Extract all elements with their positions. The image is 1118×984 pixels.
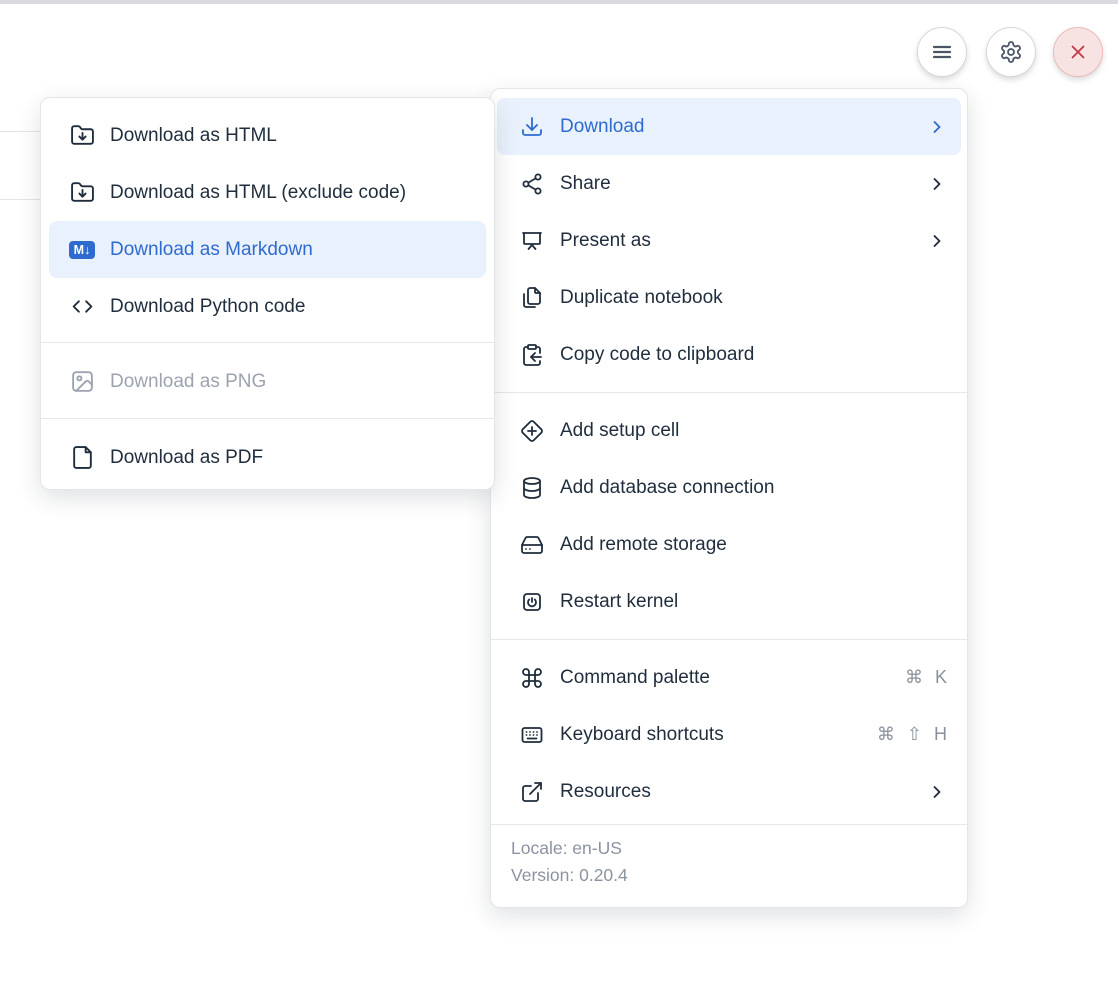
menu-item-label: Command palette: [560, 667, 890, 689]
menu-item-label: Add remote storage: [560, 534, 947, 556]
menu-item-label: Download as Markdown: [110, 239, 474, 261]
shortcut-hint: ⌘ K: [905, 667, 947, 688]
menu-item-label: Restart kernel: [560, 591, 947, 613]
menu-footer: Locale: en-US Version: 0.20.4: [491, 825, 967, 903]
version-text: Version: 0.20.4: [511, 862, 947, 889]
menu-item-label: Download as HTML (exclude code): [110, 182, 474, 204]
hamburger-icon: [930, 40, 954, 64]
clipboard-copy-icon: [519, 343, 545, 367]
gear-icon: [999, 40, 1023, 64]
menu-item-add-database-connection[interactable]: Add database connection: [491, 459, 967, 516]
menu-item-keyboard-shortcuts[interactable]: Keyboard shortcuts ⌘ ⇧ H: [491, 706, 967, 763]
menu-item-label: Download as PNG: [110, 371, 474, 393]
menu-item-label: Add setup cell: [560, 420, 947, 442]
chevron-right-icon: [927, 117, 947, 137]
share-icon: [519, 172, 545, 196]
menu-item-share[interactable]: Share: [491, 155, 967, 212]
chevron-right-icon: [927, 231, 947, 251]
settings-button[interactable]: [986, 27, 1036, 77]
chevron-right-icon: [927, 174, 947, 194]
menu-item-present-as[interactable]: Present as: [491, 212, 967, 269]
chevron-right-icon: [927, 782, 947, 802]
menu-item-resources[interactable]: Resources: [491, 763, 967, 820]
download-icon: [519, 115, 545, 139]
menu-item-label: Download: [560, 116, 912, 138]
image-icon: [69, 369, 95, 394]
diamond-plus-icon: [519, 419, 545, 443]
database-icon: [519, 476, 545, 500]
power-square-icon: [519, 590, 545, 614]
download-submenu: Download as HTML Download as HTML (exclu…: [40, 97, 495, 490]
submenu-item-download-python-code[interactable]: Download Python code: [41, 278, 494, 335]
submenu-item-download-html-exclude-code[interactable]: Download as HTML (exclude code): [41, 164, 494, 221]
menu-separator: [491, 392, 967, 393]
menu-item-label: Add database connection: [560, 477, 947, 499]
menu-item-label: Copy code to clipboard: [560, 344, 947, 366]
menu-item-label: Present as: [560, 230, 912, 252]
menu-item-label: Share: [560, 173, 912, 195]
menu-item-label: Download as HTML: [110, 125, 474, 147]
shortcut-hint: ⌘ ⇧ H: [877, 724, 947, 745]
close-app-button[interactable]: [1053, 27, 1103, 77]
locale-text: Locale: en-US: [511, 835, 947, 862]
notebook-menu: Download Share Present as Duplicate note…: [490, 88, 968, 908]
submenu-item-download-pdf[interactable]: Download as PDF: [41, 429, 494, 486]
menu-separator: [41, 418, 494, 419]
menu-item-command-palette[interactable]: Command palette ⌘ K: [491, 649, 967, 706]
folder-down-icon: [69, 123, 95, 148]
submenu-item-download-markdown[interactable]: M↓ Download as Markdown: [49, 221, 486, 278]
menu-item-label: Resources: [560, 781, 912, 803]
menu-item-label: Download Python code: [110, 296, 474, 318]
submenu-item-download-html[interactable]: Download as HTML: [41, 107, 494, 164]
markdown-icon: M↓: [69, 241, 95, 259]
menu-item-download[interactable]: Download: [497, 98, 961, 155]
menu-item-copy-code[interactable]: Copy code to clipboard: [491, 326, 967, 383]
close-icon: [1067, 41, 1089, 63]
folder-down-icon: [69, 180, 95, 205]
menu-separator: [41, 342, 494, 343]
menu-item-label: Keyboard shortcuts: [560, 724, 862, 746]
window-top-border: [0, 0, 1118, 4]
keyboard-icon: [519, 723, 545, 747]
page-background-rule: [0, 199, 40, 200]
code-icon: [69, 294, 95, 319]
page-background-rule: [0, 131, 40, 132]
menu-item-label: Download as PDF: [110, 447, 474, 469]
menu-item-add-remote-storage[interactable]: Add remote storage: [491, 516, 967, 573]
menu-item-restart-kernel[interactable]: Restart kernel: [491, 573, 967, 630]
command-icon: [519, 666, 545, 690]
notebook-menu-button[interactable]: [917, 27, 967, 77]
file-icon: [69, 445, 95, 470]
hard-drive-icon: [519, 533, 545, 557]
duplicate-icon: [519, 286, 545, 310]
submenu-item-download-png: Download as PNG: [41, 353, 494, 410]
menu-item-add-setup-cell[interactable]: Add setup cell: [491, 402, 967, 459]
menu-item-label: Duplicate notebook: [560, 287, 947, 309]
external-link-icon: [519, 780, 545, 804]
menu-item-duplicate-notebook[interactable]: Duplicate notebook: [491, 269, 967, 326]
menu-separator: [491, 639, 967, 640]
presentation-icon: [519, 229, 545, 253]
